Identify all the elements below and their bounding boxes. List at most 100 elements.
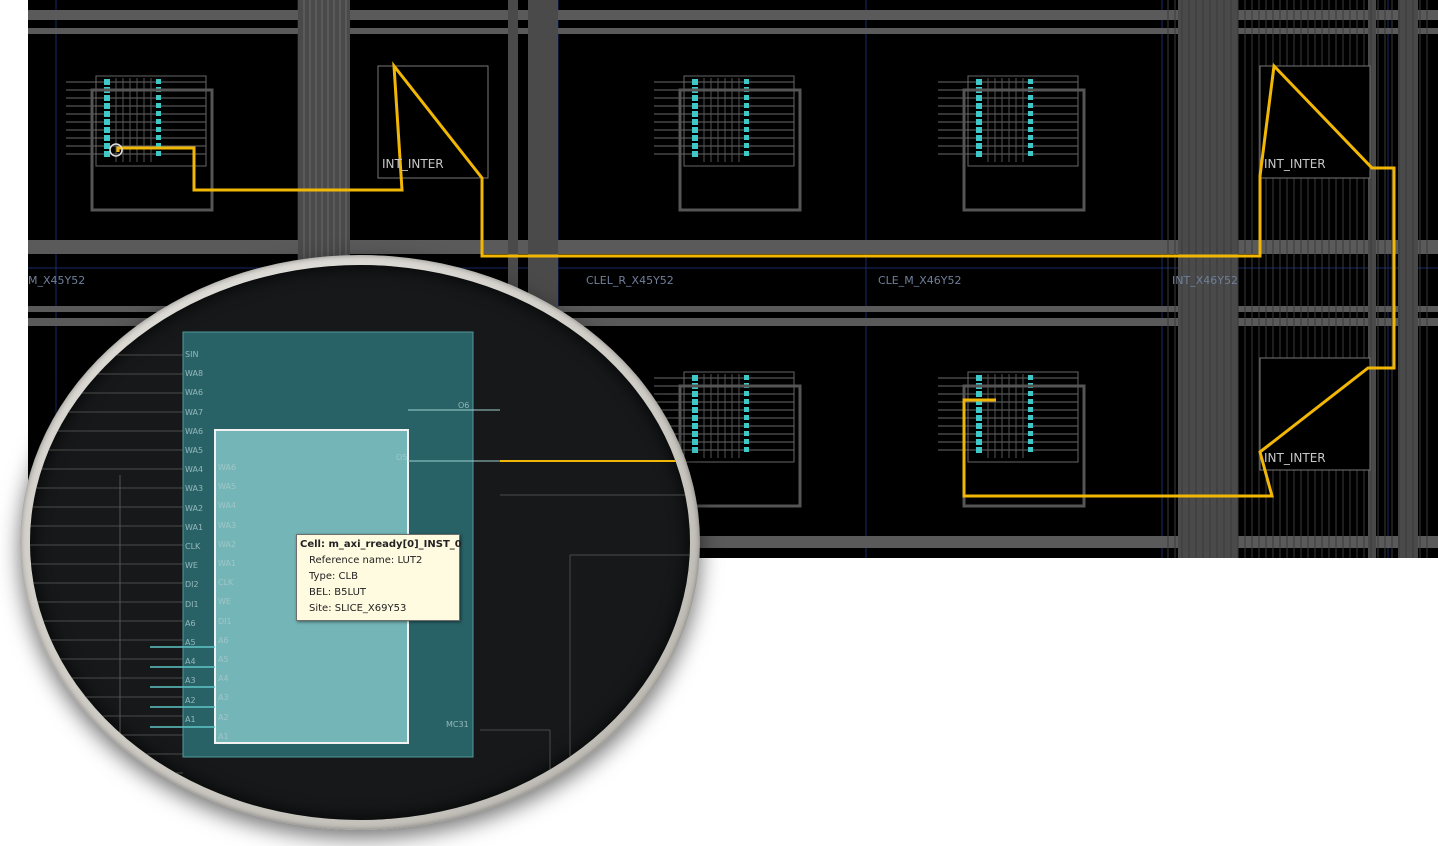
site-pin — [744, 135, 749, 140]
site-pin — [104, 79, 110, 85]
site-pin — [104, 103, 110, 109]
site-pin — [1028, 151, 1033, 156]
inner-pin-label: DI1 — [218, 616, 232, 626]
site-pin — [1028, 103, 1033, 108]
site-pin — [692, 135, 698, 141]
site-pin — [744, 127, 749, 132]
inner-pin-label: WA5 — [218, 482, 237, 492]
site-pin — [692, 423, 698, 429]
site-pin — [104, 135, 110, 141]
site-pin — [692, 407, 698, 413]
site-pin — [1028, 127, 1033, 132]
outer-pin-label: WA2 — [185, 503, 204, 513]
site-pin — [744, 447, 749, 452]
site-pin — [744, 375, 749, 380]
tile-label-int: INT_X46Y52 — [1172, 274, 1238, 287]
outer-pin-label: A4 — [185, 657, 196, 667]
inner-pin-label: WA4 — [218, 501, 237, 511]
inner-pin-label: WA1 — [218, 559, 237, 568]
site-pin — [692, 127, 698, 133]
site-pin — [976, 447, 982, 453]
site-pin — [1028, 119, 1033, 124]
site-pin — [1028, 415, 1033, 420]
site-pin — [692, 439, 698, 445]
site-pin — [156, 103, 161, 108]
site-pin — [1028, 95, 1033, 100]
output-pin-label: O5 — [396, 453, 408, 462]
site-pin — [976, 415, 982, 421]
site-pin — [744, 439, 749, 444]
site-pin — [976, 103, 982, 109]
tooltip-type: Type: CLB — [309, 571, 358, 582]
inner-pin-label: A1 — [218, 731, 229, 741]
site-pin — [976, 143, 982, 149]
int-inter-label-1: INT_INTER — [382, 157, 444, 171]
site-pin — [744, 391, 749, 396]
inner-pin-label: CLK — [218, 578, 234, 588]
site-pin — [1028, 111, 1033, 116]
tile-label-cle-m: CLE_M_X46Y52 — [878, 274, 962, 287]
outer-pin-label: WA1 — [185, 522, 204, 532]
outer-pin-label: CLK — [185, 542, 201, 551]
site-pin — [744, 119, 749, 124]
site-pin — [744, 431, 749, 436]
site-pin — [976, 119, 982, 125]
site-pin — [1028, 135, 1033, 140]
site-pin — [1028, 399, 1033, 404]
site-pin — [1028, 391, 1033, 396]
site-pin — [156, 135, 161, 140]
site-pin — [692, 415, 698, 421]
site-pin — [692, 399, 698, 405]
site-pin — [104, 119, 110, 125]
outer-pin-label: A2 — [185, 695, 196, 705]
inner-pin-label: A4 — [218, 674, 229, 684]
outer-pin-label: A5 — [185, 638, 196, 647]
site-pin — [1028, 143, 1033, 148]
outer-pin-label: WE — [185, 561, 198, 571]
site-pin — [744, 95, 749, 100]
site-pin — [1028, 439, 1033, 444]
site-pin — [744, 415, 749, 420]
inner-pin-label: WA2 — [218, 539, 237, 549]
site-pin — [1028, 423, 1033, 428]
site-pin — [1028, 447, 1033, 452]
routing-column — [1398, 0, 1418, 558]
site-pin — [976, 375, 982, 381]
cell-tooltip: Cell: m_axi_rready[0]_INST_0 Reference n… — [296, 534, 462, 621]
site-pin — [976, 111, 982, 117]
site-pin — [692, 111, 698, 117]
site-pin — [976, 135, 982, 141]
outer-pin-label: WA8 — [185, 369, 204, 379]
site-pin — [692, 103, 698, 109]
inner-pin-label: WA3 — [218, 520, 237, 530]
tooltip-reference-name: Reference name: LUT2 — [309, 555, 423, 566]
tooltip-site: Site: SLICE_X69Y53 — [309, 603, 407, 614]
outer-pin-label: A1 — [185, 714, 196, 724]
inner-pin-label: A6 — [218, 635, 229, 645]
site-pin — [692, 119, 698, 125]
outer-pin-label: WA7 — [185, 407, 204, 417]
site-pin — [692, 95, 698, 101]
site-pin — [104, 95, 110, 101]
site-pin — [104, 111, 110, 117]
site-pin — [976, 391, 982, 397]
outer-pin-label: SIN — [185, 350, 199, 359]
outer-pin-label: DI2 — [185, 580, 199, 590]
int-inter-label-3: INT_INTER — [1264, 451, 1326, 465]
output-pin-label: O6 — [458, 401, 470, 410]
site-pin — [976, 127, 982, 133]
inner-pin-label: A2 — [218, 712, 229, 722]
site-pin — [1028, 431, 1033, 436]
site-pin — [744, 111, 749, 116]
site-pin — [1028, 375, 1033, 380]
site-pin — [692, 391, 698, 397]
site-pin — [156, 95, 161, 100]
site-pin — [104, 127, 110, 133]
inner-pin-label: A3 — [218, 693, 229, 703]
site-pin — [692, 151, 698, 157]
site-pin — [744, 399, 749, 404]
inner-pin-label: WA6 — [218, 463, 237, 472]
site-pin — [692, 143, 698, 149]
site-pin — [692, 431, 698, 437]
int-inter-label-2: INT_INTER — [1264, 157, 1326, 171]
